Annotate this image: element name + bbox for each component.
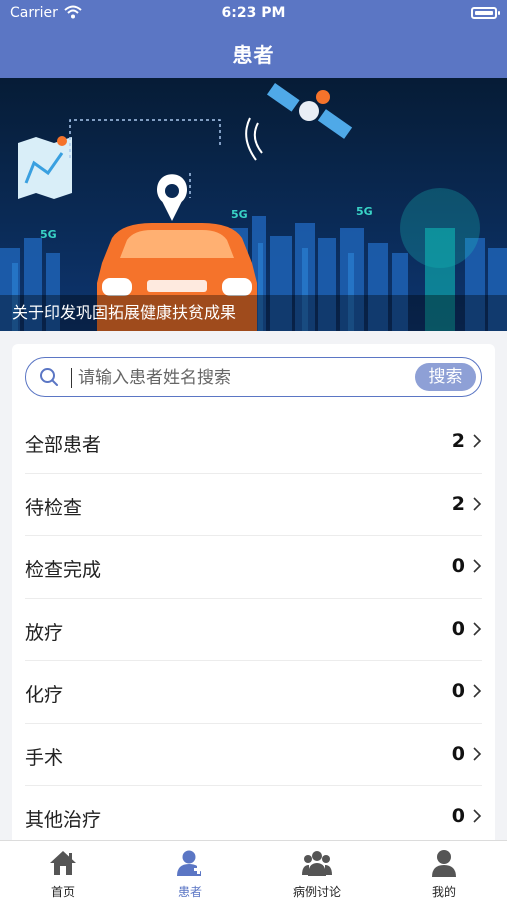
chevron-right-icon bbox=[473, 496, 482, 511]
category-count: 0 bbox=[451, 555, 465, 577]
profile-icon bbox=[432, 850, 456, 877]
chevron-right-icon bbox=[473, 746, 482, 761]
category-count: 0 bbox=[451, 680, 465, 702]
tab-patients[interactable]: 患者 bbox=[127, 841, 253, 901]
search-bar: 搜索 bbox=[25, 357, 482, 397]
chevron-right-icon bbox=[473, 684, 482, 698]
clock: 6:23 PM bbox=[221, 5, 286, 21]
category-row-radiotherapy[interactable]: 放疗 0 bbox=[25, 599, 482, 661]
home-icon bbox=[50, 851, 76, 875]
category-row-surgery[interactable]: 手术 0 bbox=[25, 724, 482, 786]
tab-label: 病例讨论 bbox=[292, 885, 341, 899]
tab-label: 我的 bbox=[431, 885, 456, 899]
banner-illustration: 5G 5G 5G bbox=[0, 83, 507, 331]
category-count: 2 bbox=[451, 492, 465, 515]
tab-bar: 首页 患者 病例讨论 我的 bbox=[0, 840, 507, 901]
banner[interactable]: 5G 5G 5G 关于印发巩固拓展健康扶贫成果 bbox=[0, 78, 507, 331]
category-label: 其他治疗 bbox=[25, 809, 102, 831]
category-label: 检查完成 bbox=[25, 559, 102, 581]
category-list: 全部患者 2 待检查 2 检查完成 0 放疗 0 化疗 0 手术 0 其他治疗 … bbox=[25, 411, 482, 848]
category-row-other-treatment[interactable]: 其他治疗 0 bbox=[25, 786, 482, 848]
search-button[interactable]: 搜索 bbox=[415, 363, 476, 391]
category-row-exam-done[interactable]: 检查完成 0 bbox=[25, 536, 482, 599]
svg-text:5G: 5G bbox=[40, 228, 57, 241]
chevron-right-icon bbox=[473, 434, 482, 448]
tab-case-discussion[interactable]: 病例讨论 bbox=[254, 841, 380, 901]
tab-me[interactable]: 我的 bbox=[381, 841, 507, 901]
nav-bar: 患者 bbox=[0, 28, 507, 78]
tab-label: 首页 bbox=[50, 885, 75, 899]
category-count: 2 bbox=[451, 430, 465, 452]
category-row-pending-exam[interactable]: 待检查 2 bbox=[25, 474, 482, 536]
page-title: 患者 bbox=[232, 43, 275, 67]
chevron-right-icon bbox=[473, 809, 482, 823]
category-label: 待检查 bbox=[25, 496, 83, 519]
category-row-chemotherapy[interactable]: 化疗 0 bbox=[25, 661, 482, 724]
chevron-right-icon bbox=[473, 559, 482, 573]
category-label: 化疗 bbox=[25, 684, 64, 706]
category-count: 0 bbox=[451, 805, 465, 827]
search-icon bbox=[40, 368, 58, 386]
svg-text:5G: 5G bbox=[231, 208, 248, 221]
category-label: 放疗 bbox=[25, 621, 64, 644]
category-label: 手术 bbox=[25, 746, 64, 769]
category-label: 全部患者 bbox=[25, 434, 102, 456]
banner-caption: 关于印发巩固拓展健康扶贫成果 bbox=[12, 303, 237, 322]
text-cursor bbox=[71, 368, 72, 388]
category-count: 0 bbox=[451, 742, 465, 765]
tab-home[interactable]: 首页 bbox=[0, 841, 126, 901]
battery-icon bbox=[471, 7, 500, 19]
status-bar: Carrier 6:23 PM bbox=[0, 0, 507, 28]
category-count: 0 bbox=[451, 617, 465, 640]
group-icon bbox=[302, 851, 332, 876]
tab-label: 患者 bbox=[177, 885, 202, 899]
svg-text:5G: 5G bbox=[356, 205, 373, 218]
chevron-right-icon bbox=[473, 621, 482, 636]
category-row-all[interactable]: 全部患者 2 bbox=[25, 411, 482, 474]
patient-list-card: 搜索 全部患者 2 待检查 2 检查完成 0 放疗 0 化疗 0 手术 bbox=[12, 344, 495, 854]
patient-icon bbox=[177, 850, 203, 876]
search-input[interactable] bbox=[76, 364, 360, 392]
